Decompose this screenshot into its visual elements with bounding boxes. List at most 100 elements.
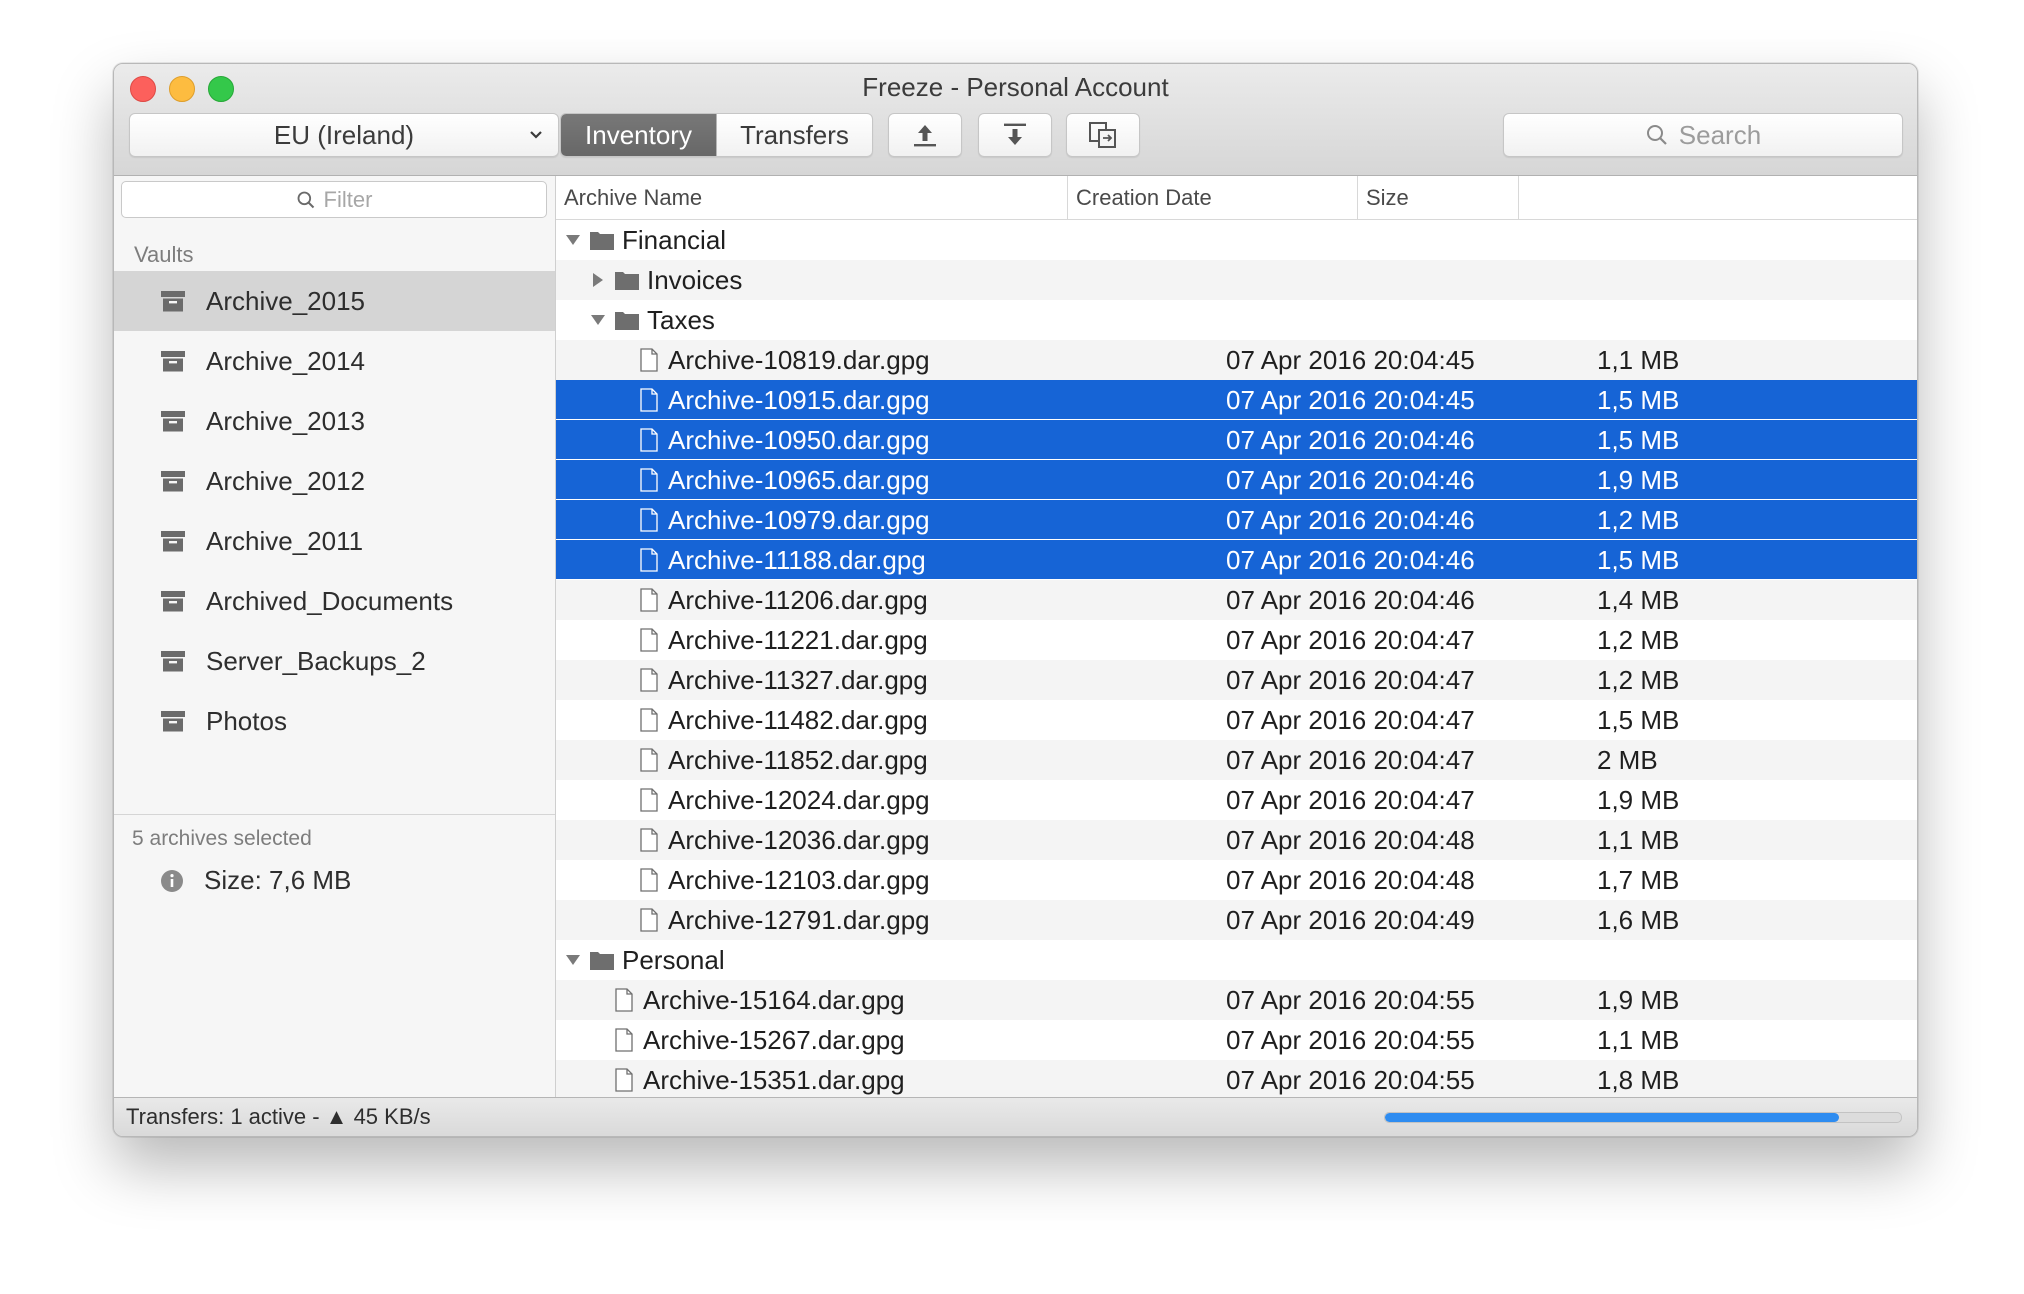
folder-row[interactable]: Taxes	[556, 300, 1917, 340]
creation-date-cell: 07 Apr 2016 20:04:48	[1226, 825, 1475, 855]
name-cell: Financial	[564, 220, 726, 260]
creation-date-cell: 07 Apr 2016 20:04:46	[1226, 545, 1475, 575]
creation-date-cell: 07 Apr 2016 20:04:47	[1226, 625, 1475, 655]
disclosure-expanded-icon[interactable]	[564, 233, 582, 247]
document-icon	[640, 628, 658, 652]
document-icon	[640, 588, 658, 612]
sidebar-item-vault[interactable]: Archived_Documents	[114, 571, 555, 631]
archive-name: Archive-11206.dar.gpg	[668, 584, 928, 615]
name-cell: Archive-11482.dar.gpg	[640, 700, 928, 740]
document-icon	[615, 1028, 633, 1052]
info-icon	[161, 869, 183, 892]
table-row[interactable]: Archive-11852.dar.gpg 07 Apr 2016 20:04:4…	[556, 740, 1917, 780]
tab-transfers[interactable]: Transfers	[717, 114, 872, 156]
sidebar-item-vault[interactable]: Archive_2014	[114, 331, 555, 391]
table-row[interactable]: Archive-10979.dar.gpg 07 Apr 2016 20:04:4…	[556, 500, 1917, 540]
table-row[interactable]: Archive-12024.dar.gpg 07 Apr 2016 20:04:4…	[556, 780, 1917, 820]
disclosure-expanded-icon[interactable]	[589, 313, 607, 327]
creation-date-cell: 07 Apr 2016 20:04:46	[1226, 465, 1475, 495]
window-title: Freeze - Personal Account	[862, 72, 1169, 102]
column-header-creation-date[interactable]: Creation Date	[1067, 176, 1357, 219]
size-cell: 1,2 MB	[1597, 625, 1680, 655]
size-cell: 1,8 MB	[1597, 1065, 1680, 1095]
sidebar-item-vault[interactable]: Archive_2013	[114, 391, 555, 451]
creation-date-cell: 07 Apr 2016 20:04:45	[1226, 385, 1475, 415]
selection-count: 5 archives selected	[132, 827, 312, 850]
vaults-section-label: Vaults	[134, 242, 194, 267]
sidebar-item-vault[interactable]: Photos	[114, 691, 555, 751]
creation-date-cell: 07 Apr 2016 20:04:46	[1226, 585, 1475, 615]
document-icon	[640, 348, 658, 372]
table-row[interactable]: Archive-15267.dar.gpg 07 Apr 2016 20:04:5…	[556, 1020, 1917, 1060]
document-icon	[640, 868, 658, 892]
selection-info: 5 archives selected Size: 7,6 MB	[114, 814, 555, 895]
archive-table: Archive Name Creation Date Size Financia…	[556, 176, 1917, 1097]
table-row[interactable]: Archive-10915.dar.gpg 07 Apr 2016 20:04:4…	[556, 380, 1917, 420]
region-select[interactable]: EU (Ireland)	[129, 113, 559, 157]
document-icon	[640, 668, 658, 692]
search-icon	[297, 191, 314, 208]
creation-date-cell: 07 Apr 2016 20:04:55	[1226, 1065, 1475, 1095]
copy-button[interactable]	[1066, 113, 1140, 157]
disclosure-collapsed-icon[interactable]	[589, 272, 607, 288]
document-icon	[640, 708, 658, 732]
creation-date-cell: 07 Apr 2016 20:04:47	[1226, 745, 1475, 775]
document-icon	[615, 988, 633, 1012]
size-cell: 1,9 MB	[1597, 465, 1680, 495]
sidebar-item-vault[interactable]: Archive_2011	[114, 511, 555, 571]
document-icon	[640, 788, 658, 812]
name-cell: Archive-10965.dar.gpg	[640, 460, 930, 500]
table-row[interactable]: Archive-12791.dar.gpg 07 Apr 2016 20:04:4…	[556, 900, 1917, 940]
creation-date-cell: 07 Apr 2016 20:04:45	[1226, 345, 1475, 375]
chevron-down-icon	[528, 122, 544, 155]
disclosure-expanded-icon[interactable]	[564, 953, 582, 967]
sidebar-item-vault[interactable]: Archive_2012	[114, 451, 555, 511]
upload-button[interactable]	[888, 113, 962, 157]
archive-name: Archive-15351.dar.gpg	[643, 1064, 905, 1095]
sidebar-item-vault[interactable]: Server_Backups_2	[114, 631, 555, 691]
folder-row[interactable]: Invoices	[556, 260, 1917, 300]
vault-label: Archive_2013	[206, 405, 365, 436]
name-cell: Invoices	[589, 260, 742, 300]
table-row[interactable]: Archive-12036.dar.gpg 07 Apr 2016 20:04:4…	[556, 820, 1917, 860]
column-header-size[interactable]: Size	[1357, 176, 1518, 219]
folder-row[interactable]: Personal	[556, 940, 1917, 980]
archive-name: Archive-10819.dar.gpg	[668, 344, 930, 375]
search-icon	[1646, 125, 1667, 145]
table-row[interactable]: Archive-11188.dar.gpg 07 Apr 2016 20:04:4…	[556, 540, 1917, 580]
selection-size-label: Size: 7,6 MB	[204, 865, 352, 895]
archive-name: Archive-11482.dar.gpg	[668, 704, 928, 735]
tab-inventory[interactable]: Inventory	[561, 114, 716, 156]
folder-icon	[590, 230, 614, 250]
table-row[interactable]: Archive-12103.dar.gpg 07 Apr 2016 20:04:4…	[556, 860, 1917, 900]
transfer-progress-bar	[1384, 1112, 1902, 1123]
size-cell: 1,9 MB	[1597, 985, 1680, 1015]
table-row[interactable]: Archive-11206.dar.gpg 07 Apr 2016 20:04:4…	[556, 580, 1917, 620]
column-header-archive-name[interactable]: Archive Name	[556, 176, 1067, 219]
table-row[interactable]: Archive-10819.dar.gpg 07 Apr 2016 20:04:4…	[556, 340, 1917, 380]
table-row[interactable]: Archive-11221.dar.gpg 07 Apr 2016 20:04:4…	[556, 620, 1917, 660]
archive-name: Archive-10965.dar.gpg	[668, 464, 930, 495]
archive-name: Archive-15164.dar.gpg	[643, 984, 905, 1015]
size-cell: 1,4 MB	[1597, 585, 1680, 615]
download-button[interactable]	[978, 113, 1052, 157]
archive-name: Archive-12103.dar.gpg	[668, 864, 930, 895]
column-header-empty	[1518, 176, 1917, 219]
name-cell: Archive-10950.dar.gpg	[640, 420, 930, 460]
archive-box-icon	[161, 711, 185, 732]
size-cell: 1,9 MB	[1597, 785, 1680, 815]
table-row[interactable]: Archive-11482.dar.gpg 07 Apr 2016 20:04:4…	[556, 700, 1917, 740]
folder-name: Taxes	[647, 304, 715, 335]
table-row[interactable]: Archive-10965.dar.gpg 07 Apr 2016 20:04:4…	[556, 460, 1917, 500]
search-field[interactable]: Search	[1503, 113, 1903, 157]
folder-name: Invoices	[647, 264, 743, 295]
document-icon	[640, 748, 658, 772]
table-row[interactable]: Archive-10950.dar.gpg 07 Apr 2016 20:04:4…	[556, 420, 1917, 460]
table-row[interactable]: Archive-11327.dar.gpg 07 Apr 2016 20:04:4…	[556, 660, 1917, 700]
table-row[interactable]: Archive-15164.dar.gpg 07 Apr 2016 20:04:5…	[556, 980, 1917, 1020]
size-cell: 1,5 MB	[1597, 545, 1680, 575]
table-row[interactable]: Archive-15351.dar.gpg 07 Apr 2016 20:04:5…	[556, 1060, 1917, 1097]
folder-row[interactable]: Financial	[556, 220, 1917, 260]
filter-field[interactable]: Filter	[121, 181, 547, 218]
sidebar-item-vault[interactable]: Archive_2015	[114, 271, 555, 331]
